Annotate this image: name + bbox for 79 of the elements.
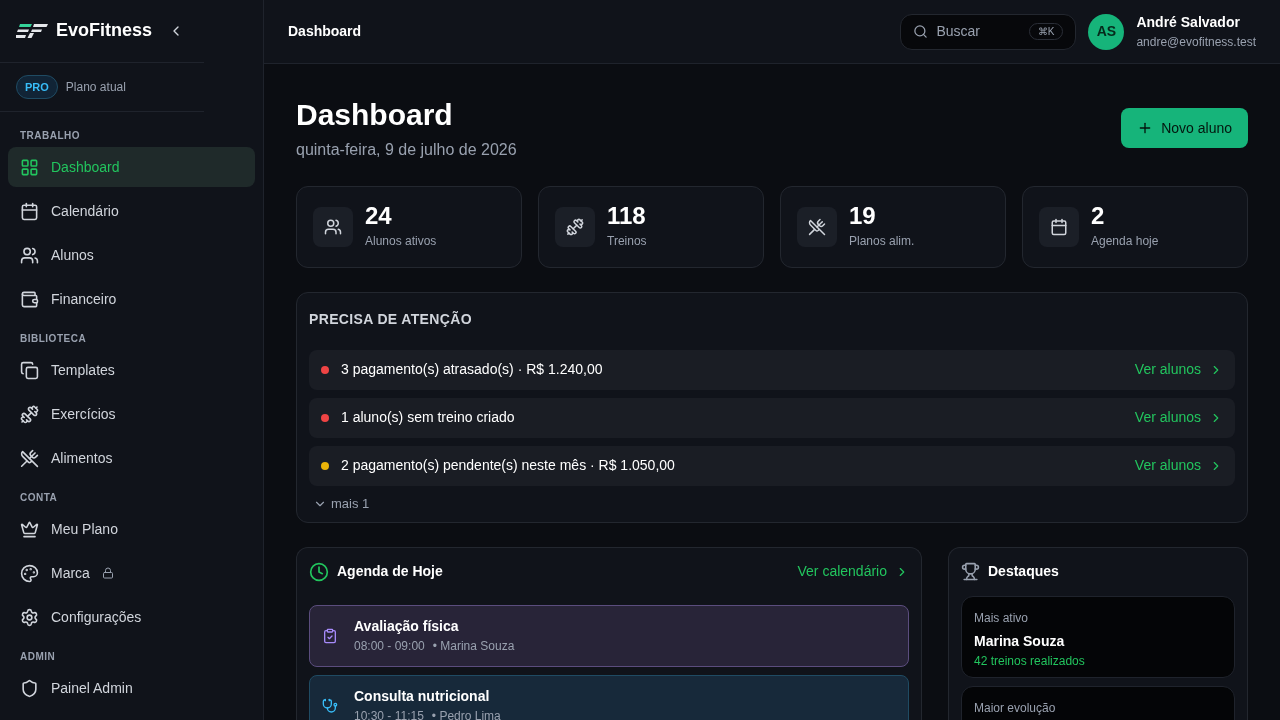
stat-label: Agenda hoje xyxy=(1091,232,1159,250)
stat-label: Alunos ativos xyxy=(365,232,437,250)
sidebar-item[interactable]: Configurações xyxy=(8,597,255,637)
stat-icon xyxy=(555,206,595,247)
user-avatar[interactable]: AS xyxy=(1088,13,1125,50)
stat-value: 24 xyxy=(365,203,393,228)
sidebar-item[interactable]: Marca xyxy=(8,553,255,593)
calendar-link[interactable]: Ver calendário xyxy=(797,561,909,582)
appointment-card[interactable]: Avaliação física 08:00 - 09:00 • Marina Souza xyxy=(309,604,909,667)
nav-icon xyxy=(20,157,39,177)
nav-icon xyxy=(20,245,39,265)
clock-icon xyxy=(309,561,329,582)
nav-icon xyxy=(20,404,39,424)
brand-name: EvoFitness xyxy=(56,19,153,43)
user-name: André Salvador xyxy=(1136,13,1241,32)
sidebar-item[interactable]: Exercícios xyxy=(8,394,255,434)
search-icon xyxy=(913,24,929,39)
nav-icon xyxy=(20,360,39,380)
sidebar-item[interactable]: Financeiro xyxy=(8,279,255,319)
appointment-title: Avaliação física xyxy=(354,617,460,636)
stat-value: 2 xyxy=(1091,203,1106,228)
show-more-button[interactable]: mais 1 xyxy=(309,493,1235,514)
header-title: Dashboard xyxy=(288,22,362,41)
plan-label: Plano atual xyxy=(65,78,126,96)
user-email: andre@evofitness.test xyxy=(1136,34,1256,51)
highlight-label: Mais ativo xyxy=(974,609,1030,627)
panel-title: PRECISA DE ATENÇÃO xyxy=(309,309,473,329)
page-title: Dashboard xyxy=(296,97,454,133)
stat-value: 118 xyxy=(607,203,647,228)
stat-label: Treinos xyxy=(607,232,647,250)
nav-icon xyxy=(20,519,39,539)
logo-icon xyxy=(16,23,48,38)
sidebar-item[interactable]: Alunos xyxy=(8,235,255,275)
sidebar-item[interactable]: Alimentos xyxy=(8,438,255,478)
section-title: ADMIN xyxy=(19,650,57,664)
stat-icon xyxy=(797,206,837,247)
panel-title: Agenda de Hoje xyxy=(337,562,443,581)
appointment-time: 10:30 - 11:15 xyxy=(354,708,424,720)
stethoscope-icon xyxy=(322,697,338,714)
appointment-time: 08:00 - 09:00 xyxy=(354,638,425,655)
alert-text: 1 aluno(s) sem treino criado xyxy=(341,408,516,427)
appointment-card[interactable]: Consulta nutricional 10:30 - 11:15 • Pedro Lima xyxy=(309,674,909,720)
section-title: BIBLIOTECA xyxy=(19,332,88,346)
new-student-button[interactable]: Novo aluno xyxy=(1121,108,1248,148)
nav-icon xyxy=(20,289,39,309)
search-field[interactable]: Buscar ⌘K xyxy=(900,13,1077,50)
page-date: quinta-feira, 9 de julho de 2026 xyxy=(296,139,517,160)
highlight-detail: 42 treinos realizados xyxy=(974,652,1086,670)
sidebar-item[interactable]: Painel Admin xyxy=(8,668,255,708)
highlight-name: Marina Souza xyxy=(974,631,1066,651)
nav-icon xyxy=(20,201,39,221)
sidebar-item[interactable]: Calendário xyxy=(8,191,255,231)
nav-icon xyxy=(20,678,39,698)
trophy-icon xyxy=(961,562,980,581)
stat-icon xyxy=(313,206,353,247)
sidebar-item[interactable]: Dashboard xyxy=(8,147,255,187)
stat-label: Planos alim. xyxy=(849,232,915,250)
view-students-link[interactable]: Ver alunos xyxy=(1134,359,1223,380)
stat-icon xyxy=(1039,206,1079,247)
section-title: CONTA xyxy=(19,491,59,505)
search-input[interactable]: Buscar xyxy=(936,21,1021,42)
view-students-link[interactable]: Ver alunos xyxy=(1134,407,1223,428)
clipboard-icon xyxy=(322,627,338,644)
view-students-link[interactable]: Ver alunos xyxy=(1134,455,1223,476)
plan-badge: PRO xyxy=(16,74,58,100)
highlight-label: Maior evolução xyxy=(974,699,1057,717)
sidebar-item[interactable]: Templates xyxy=(8,350,255,390)
section-title: TRABALHO xyxy=(19,129,82,143)
nav-icon xyxy=(20,448,39,468)
appointment-title: Consulta nutricional xyxy=(354,687,491,706)
appointment-person: • Marina Souza xyxy=(432,638,515,655)
nav-icon xyxy=(20,563,39,583)
stat-value: 19 xyxy=(849,203,877,228)
alert-text: 2 pagamento(s) pendente(s) neste mês · R$ 1.050,00 xyxy=(341,456,676,475)
alert-text: 3 pagamento(s) atrasado(s) · R$ 1.240,00 xyxy=(341,360,604,379)
sidebar-item[interactable]: Meu Plano xyxy=(8,509,255,549)
nav-icon xyxy=(20,607,39,627)
appointment-person: • Pedro Lima xyxy=(431,708,501,720)
panel-title: Destaques xyxy=(988,562,1059,581)
